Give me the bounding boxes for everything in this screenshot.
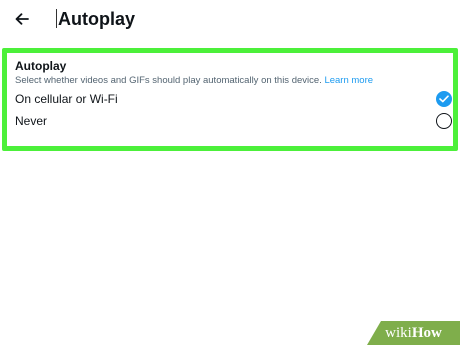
- section-title: Autoplay: [15, 59, 67, 73]
- radio-selected[interactable]: [436, 91, 452, 107]
- section-description: Select whether videos and GIFs should pl…: [15, 74, 435, 87]
- checkmark-icon: [439, 95, 449, 103]
- wikihow-watermark: wiki How: [367, 321, 460, 345]
- text-cursor: [56, 9, 57, 28]
- learn-more-link[interactable]: Learn more: [324, 75, 373, 86]
- autoplay-settings-section: Autoplay Select whether videos and GIFs …: [2, 48, 458, 151]
- option-cellular-or-wifi[interactable]: On cellular or Wi-Fi: [7, 89, 453, 109]
- radio-unselected[interactable]: [436, 113, 452, 129]
- back-button[interactable]: [10, 8, 34, 30]
- option-label: On cellular or Wi-Fi: [15, 92, 118, 106]
- watermark-wiki: wiki: [385, 324, 412, 341]
- option-never[interactable]: Never: [7, 111, 453, 131]
- watermark-how: How: [411, 324, 442, 341]
- page-title: Autoplay: [58, 9, 136, 29]
- description-text: Select whether videos and GIFs should pl…: [15, 75, 322, 86]
- arrow-left-icon: [15, 13, 29, 25]
- option-label: Never: [15, 114, 48, 128]
- top-app-bar: Autoplay: [0, 0, 460, 40]
